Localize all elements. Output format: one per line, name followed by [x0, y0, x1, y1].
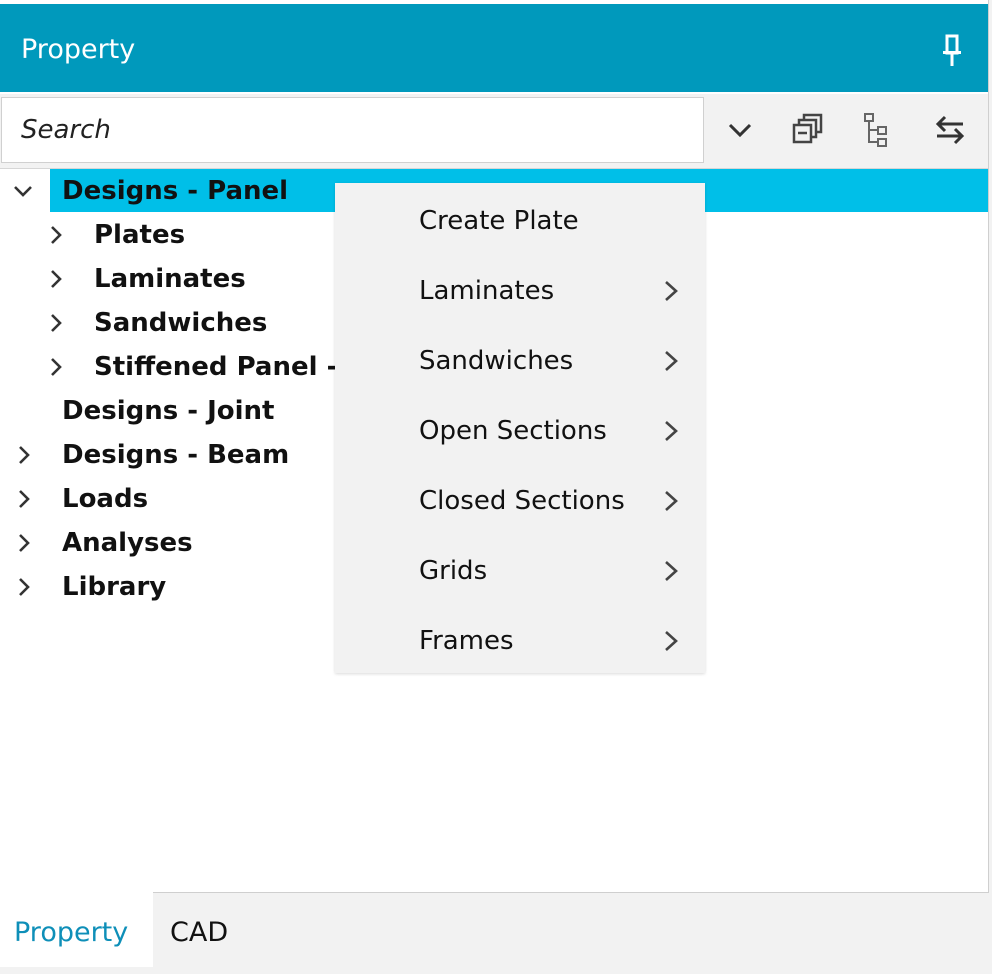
- panel-titlebar: Property: [0, 4, 988, 92]
- chevron-right-icon[interactable]: [46, 357, 66, 377]
- chevron-right-icon[interactable]: [14, 445, 34, 465]
- collapse-all-icon[interactable]: [790, 112, 826, 148]
- tree-item-label: Designs - Beam: [62, 440, 290, 470]
- tab-cad[interactable]: CAD: [153, 892, 353, 967]
- chevron-down-icon[interactable]: [13, 181, 33, 201]
- menu-item-sandwiches[interactable]: Sandwiches: [335, 325, 705, 395]
- tree-item-label: Stiffened Panel - C: [94, 352, 366, 382]
- submenu-chevron-icon: [665, 561, 678, 581]
- submenu-chevron-icon: [665, 281, 678, 301]
- bottom-tab-strip: Property CAD: [0, 892, 992, 967]
- menu-item-label: Open Sections: [419, 416, 607, 446]
- menu-item-create-plate[interactable]: Create Plate: [335, 185, 705, 255]
- menu-item-grids[interactable]: Grids: [335, 535, 705, 605]
- menu-item-label: Laminates: [419, 276, 555, 306]
- chevron-right-icon[interactable]: [14, 577, 34, 597]
- tree-item-label: Designs - Joint: [62, 396, 275, 426]
- menu-item-frames[interactable]: Frames: [335, 605, 705, 675]
- chevron-right-icon[interactable]: [14, 489, 34, 509]
- tab-property[interactable]: Property: [0, 892, 153, 967]
- menu-item-closed-sections[interactable]: Closed Sections: [335, 465, 705, 535]
- pin-icon[interactable]: [938, 34, 966, 68]
- submenu-chevron-icon: [665, 631, 678, 651]
- menu-item-label: Closed Sections: [419, 486, 625, 516]
- submenu-chevron-icon: [665, 421, 678, 441]
- context-menu: Create Plate Laminates Sandwiches Open S…: [335, 183, 705, 673]
- submenu-chevron-icon: [665, 351, 678, 371]
- dropdown-chevron-icon[interactable]: [722, 112, 758, 148]
- search-input[interactable]: [1, 97, 704, 163]
- menu-item-label: Grids: [419, 556, 488, 586]
- tree-item-label: Library: [62, 572, 167, 602]
- chevron-right-icon[interactable]: [14, 533, 34, 553]
- menu-item-label: Frames: [419, 626, 514, 656]
- tree-item-label: Analyses: [62, 528, 193, 558]
- menu-item-label: Create Plate: [419, 206, 579, 236]
- chevron-right-icon[interactable]: [46, 225, 66, 245]
- chevron-right-icon[interactable]: [46, 269, 66, 289]
- search-toolbar: [0, 94, 988, 169]
- tree-structure-icon[interactable]: [860, 112, 896, 148]
- menu-item-laminates[interactable]: Laminates: [335, 255, 705, 325]
- submenu-chevron-icon: [665, 491, 678, 511]
- menu-item-open-sections[interactable]: Open Sections: [335, 395, 705, 465]
- tree-item-label: Sandwiches: [94, 308, 268, 338]
- tree-item-label: Designs - Panel: [62, 176, 289, 206]
- tree-item-label: Plates: [94, 220, 186, 250]
- tree-item-label: Laminates: [94, 264, 246, 294]
- tree-item-label: Loads: [62, 484, 149, 514]
- menu-item-label: Sandwiches: [419, 346, 574, 376]
- panel-title: Property: [21, 34, 136, 65]
- chevron-right-icon[interactable]: [46, 313, 66, 333]
- sync-arrows-icon[interactable]: [932, 112, 968, 148]
